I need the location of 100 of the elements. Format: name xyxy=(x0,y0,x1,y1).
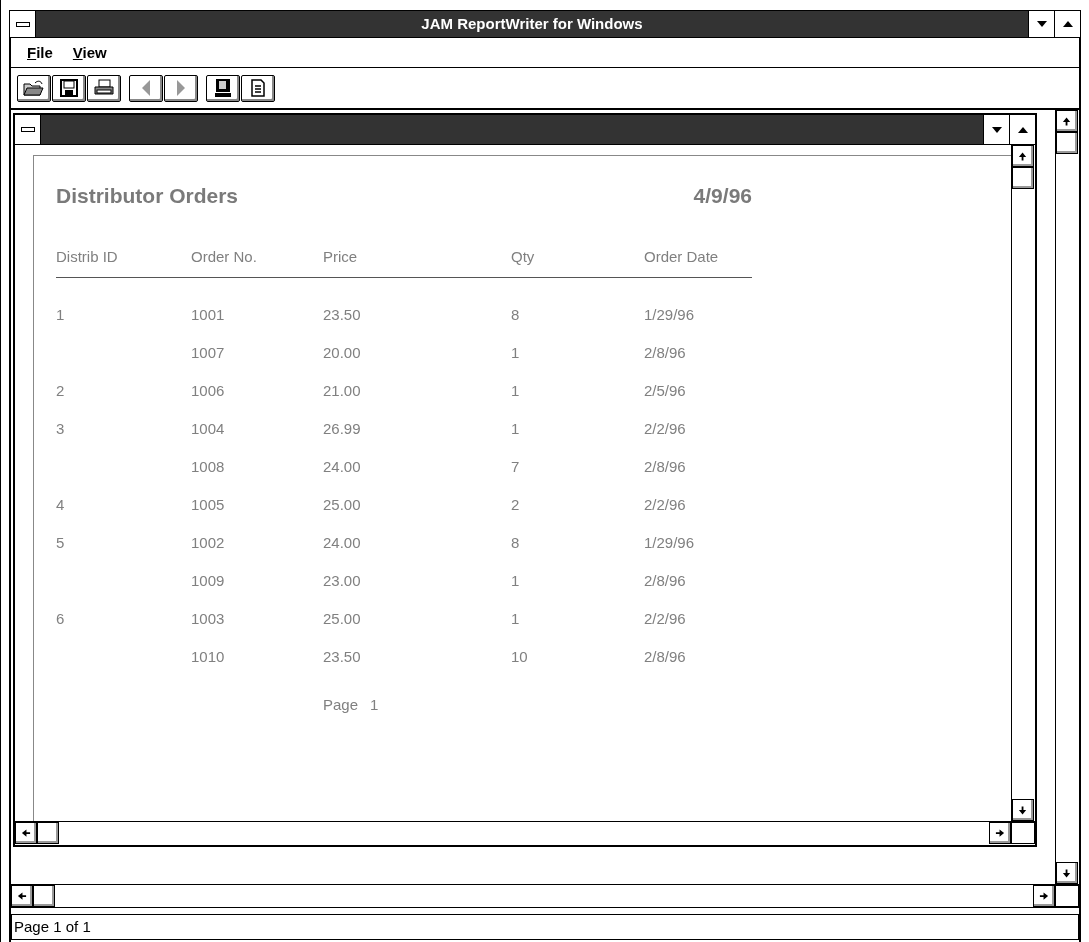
table-cell-text: 3 xyxy=(56,419,66,439)
minimize-button[interactable] xyxy=(1028,11,1054,37)
triangle-up-icon xyxy=(1017,126,1028,133)
minimize-button[interactable] xyxy=(983,115,1009,144)
vertical-scrollbar[interactable] xyxy=(1011,145,1035,821)
menu-item[interactable]: View xyxy=(72,44,107,61)
scroll-up-button[interactable] xyxy=(1012,145,1034,167)
table-cell-text: 25.00 xyxy=(323,495,362,515)
table-cell-text: 1 xyxy=(511,609,521,629)
table-cell-text: 2/8/96 xyxy=(644,343,687,363)
arrow-icon xyxy=(1062,115,1072,127)
arrow-icon xyxy=(1018,150,1028,162)
table-cell-text: 2/2/96 xyxy=(644,419,687,439)
scroll-right-button[interactable] xyxy=(1033,885,1055,907)
column-header: Distrib ID xyxy=(56,248,191,278)
table-cell-text: 4 xyxy=(56,495,66,515)
triangle-down-icon xyxy=(991,126,1002,133)
table-cell-text: 1010 xyxy=(191,647,226,667)
table-cell-text: 2/2/96 xyxy=(644,609,687,629)
maximize-button[interactable] xyxy=(1009,115,1035,144)
table-cell-text: 10 xyxy=(511,647,529,667)
toolbar-button[interactable] xyxy=(206,74,240,102)
system-menu-button[interactable] xyxy=(15,115,41,144)
table-cell-text: 1001 xyxy=(191,305,226,325)
triangle-right-icon xyxy=(176,80,186,96)
scroll-thumb[interactable] xyxy=(1056,132,1078,154)
horizontal-scrollbar[interactable] xyxy=(11,884,1079,908)
table-cell-text: 1002 xyxy=(191,533,226,553)
table-cell-text: 24.00 xyxy=(323,533,362,553)
table-cell-text: 8 xyxy=(511,533,521,553)
table-cell-text: 1008 xyxy=(191,457,226,477)
toolbar-button[interactable] xyxy=(87,74,121,102)
arrow-icon xyxy=(1039,890,1049,902)
table-cell-text: 1/29/96 xyxy=(644,533,696,553)
arrow-icon xyxy=(1062,867,1072,879)
window-title: JAM ReportWriter for Windows xyxy=(420,14,644,34)
vertical-scrollbar[interactable] xyxy=(1055,110,1079,884)
arrow-icon xyxy=(21,827,31,839)
scroll-down-button[interactable] xyxy=(1012,799,1034,821)
folder-icon xyxy=(23,79,45,97)
triangle-left-icon xyxy=(141,80,151,96)
status-bar: Page 1 of 1 xyxy=(11,914,1079,940)
table-cell-text: 6 xyxy=(56,609,66,629)
page-label: Page xyxy=(323,696,359,713)
document-icon xyxy=(251,79,265,97)
scroll-left-button[interactable] xyxy=(11,885,33,907)
column-header: Price xyxy=(323,248,511,278)
table-cell-text: 1007 xyxy=(191,343,226,363)
toolbar-button[interactable] xyxy=(52,74,86,102)
table-cell-text: 8 xyxy=(511,305,521,325)
toolbar-button[interactable] xyxy=(17,74,51,102)
scroll-thumb[interactable] xyxy=(1012,167,1034,189)
scroll-down-button[interactable] xyxy=(1056,862,1078,884)
table-cell-text: 7 xyxy=(511,457,521,477)
printer-icon xyxy=(93,79,115,97)
table-cell-text: 26.99 xyxy=(323,419,362,439)
table-cell-text: 1003 xyxy=(191,609,226,629)
table-cell-text: 1 xyxy=(511,381,521,401)
table-cell-text: 23.50 xyxy=(323,305,362,325)
horizontal-scrollbar[interactable] xyxy=(15,821,1035,845)
table-cell-text: 1004 xyxy=(191,419,226,439)
report-date: 4/9/96 xyxy=(693,184,752,208)
page-number: 1 xyxy=(370,696,379,713)
menu-item[interactable]: File xyxy=(27,44,53,61)
table-cell-text: 1 xyxy=(511,419,521,439)
scroll-left-button[interactable] xyxy=(15,822,37,844)
table-cell-text: 2/2/96 xyxy=(644,495,687,515)
system-menu-button[interactable] xyxy=(10,11,36,37)
table-cell-text: 21.00 xyxy=(323,381,362,401)
column-header: Order Date xyxy=(644,248,752,278)
system-menu-icon xyxy=(20,127,35,132)
column-header: Qty xyxy=(511,248,644,278)
table-cell-text: 2/5/96 xyxy=(644,381,687,401)
table-cell-text: 5 xyxy=(56,533,66,553)
table-cell-text: 1009 xyxy=(191,571,226,591)
table-cell-text: 2/8/96 xyxy=(644,457,687,477)
table-cell-text: 1 xyxy=(56,305,66,325)
arrow-icon xyxy=(1018,804,1028,816)
arrow-icon xyxy=(17,890,27,902)
triangle-down-icon xyxy=(1036,21,1047,27)
table-cell-text: 1/29/96 xyxy=(644,305,696,325)
report-title: Distributor Orders xyxy=(56,184,239,208)
column-header: Order No. xyxy=(191,248,323,278)
table-cell-text: 1 xyxy=(511,343,521,363)
toolbar-button[interactable] xyxy=(241,74,275,102)
table-cell-text: 2 xyxy=(511,495,521,515)
maximize-button[interactable] xyxy=(1054,11,1080,37)
arrow-icon xyxy=(995,827,1005,839)
triangle-up-icon xyxy=(1062,21,1073,27)
scroll-right-button[interactable] xyxy=(989,822,1011,844)
scroll-thumb[interactable] xyxy=(33,885,55,907)
monitor-icon xyxy=(214,78,232,98)
table-cell-text: 1 xyxy=(511,571,521,591)
table-cell-text: 24.00 xyxy=(323,457,362,477)
table-cell-text: 23.00 xyxy=(323,571,362,591)
table-cell-text: 1006 xyxy=(191,381,226,401)
scroll-thumb[interactable] xyxy=(37,822,59,844)
table-cell-text: 1005 xyxy=(191,495,226,515)
table-cell-text: 20.00 xyxy=(323,343,362,363)
scroll-up-button[interactable] xyxy=(1056,110,1078,132)
